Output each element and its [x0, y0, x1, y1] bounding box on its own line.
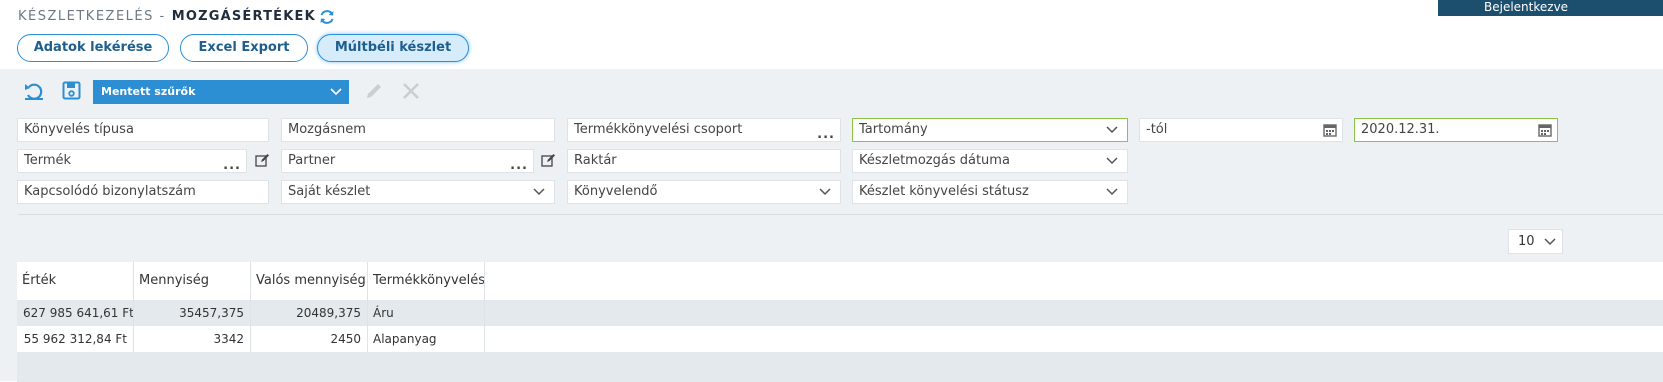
date-from-placeholder: -tól — [1146, 122, 1168, 137]
product-group-field[interactable]: Termékkönyvelési csoport ... — [567, 118, 841, 142]
table-row[interactable]: 627 985 641,61 Ft 35457,375 20489,375 Ár… — [17, 300, 1663, 326]
chevron-down-icon — [1544, 238, 1556, 246]
to-be-booked-value: Könyvelendő — [574, 184, 658, 199]
booking-status-select[interactable]: Készlet könyvelési státusz — [852, 180, 1128, 204]
column-header-value[interactable]: Érték — [17, 262, 134, 300]
date-to-value: 2020.12.31. — [1361, 122, 1440, 137]
cell-real-quantity: 20489,375 — [251, 300, 368, 326]
own-stock-value: Saját készlet — [288, 184, 371, 199]
date-to-field[interactable]: 2020.12.31. — [1354, 118, 1558, 142]
to-be-booked-select[interactable]: Könyvelendő — [567, 180, 841, 204]
booking-status-value: Készlet könyvelési státusz — [859, 184, 1029, 199]
range-value: Tartomány — [859, 122, 928, 137]
chevron-down-icon — [330, 88, 342, 96]
reset-filters-icon[interactable] — [23, 81, 45, 101]
cell-value: 55 962 312,84 Ft — [17, 326, 134, 352]
historical-stock-button[interactable]: Múltbéli készlet — [317, 34, 469, 62]
table-row[interactable]: 55 962 312,84 Ft 3342 2450 Alapanyag — [17, 326, 1663, 352]
page-title: KÉSZLETKEZELÉS - MOZGÁSÉRTÉKEK — [18, 9, 316, 24]
delete-filter-icon[interactable] — [401, 81, 421, 101]
movement-date-value: Készletmozgás dátuma — [859, 153, 1010, 168]
warehouse-field[interactable]: Raktár — [567, 149, 841, 173]
edit-icon[interactable] — [541, 153, 556, 168]
cell-value: 627 985 641,61 Ft — [17, 300, 134, 326]
divider — [18, 214, 1663, 215]
excel-export-button[interactable]: Excel Export — [180, 34, 308, 62]
section-title: KÉSZLETKEZELÉS - — [18, 9, 166, 24]
related-doc-field[interactable]: Kapcsolódó bizonylatszám — [17, 180, 269, 204]
page-size-value: 10 — [1518, 234, 1535, 249]
top-bar: KÉSZLETKEZELÉS - MOZGÁSÉRTÉKEK Bejelentke… — [0, 0, 1663, 70]
booking-type-field[interactable]: Könyvelés típusa — [17, 118, 269, 142]
chevron-down-icon — [533, 188, 545, 196]
column-header-product-group[interactable]: Termékkönyvelési csoport — [368, 262, 485, 300]
table-header: Érték Mennyiség Valós mennyiség Termékkö… — [17, 262, 1663, 300]
page-subtitle: MOZGÁSÉRTÉKEK — [171, 9, 316, 24]
own-stock-select[interactable]: Saját készlet — [281, 180, 555, 204]
page-size-select[interactable]: 10 — [1508, 229, 1563, 254]
cell-quantity: 3342 — [134, 326, 251, 352]
partner-field[interactable]: Partner ... — [281, 149, 534, 173]
cell-real-quantity: 2450 — [251, 326, 368, 352]
saved-filters-label: Mentett szűrők — [101, 85, 196, 98]
cell-quantity: 35457,375 — [134, 300, 251, 326]
column-header-real-quantity[interactable]: Valós mennyiség — [251, 262, 368, 300]
fetch-data-button[interactable]: Adatok lekérése — [17, 34, 169, 62]
chevron-down-icon — [1106, 188, 1118, 196]
movement-name-field[interactable]: Mozgásnem — [281, 118, 555, 142]
product-group-label: Termékkönyvelési csoport — [574, 122, 743, 137]
chevron-down-icon — [1106, 126, 1118, 134]
lookup-dots-icon[interactable]: ... — [510, 159, 528, 172]
cell-product-group: Alapanyag — [368, 326, 485, 352]
range-select[interactable]: Tartomány — [852, 118, 1128, 142]
save-filter-icon[interactable] — [62, 81, 81, 100]
table-row-partial — [17, 352, 1663, 382]
chevron-down-icon — [819, 188, 831, 196]
calendar-icon[interactable] — [1538, 123, 1552, 137]
cell-product-group: Áru — [368, 300, 485, 326]
calendar-icon[interactable] — [1323, 123, 1337, 137]
lookup-dots-icon[interactable]: ... — [817, 128, 835, 141]
edit-filter-icon[interactable] — [364, 81, 384, 101]
edit-icon[interactable] — [255, 153, 270, 168]
refresh-icon[interactable] — [318, 8, 336, 26]
product-label: Termék — [24, 153, 72, 168]
date-from-field[interactable]: -tól — [1139, 118, 1343, 142]
column-header-quantity[interactable]: Mennyiség — [134, 262, 251, 300]
movement-date-select[interactable]: Készletmozgás dátuma — [852, 149, 1128, 173]
saved-filters-dropdown[interactable]: Mentett szűrők — [93, 80, 349, 104]
chevron-down-icon — [1106, 157, 1118, 165]
lookup-dots-icon[interactable]: ... — [223, 159, 241, 172]
login-status-badge[interactable]: Bejelentkezve — [1438, 0, 1663, 16]
partner-label: Partner — [288, 153, 336, 168]
product-field[interactable]: Termék ... — [17, 149, 247, 173]
